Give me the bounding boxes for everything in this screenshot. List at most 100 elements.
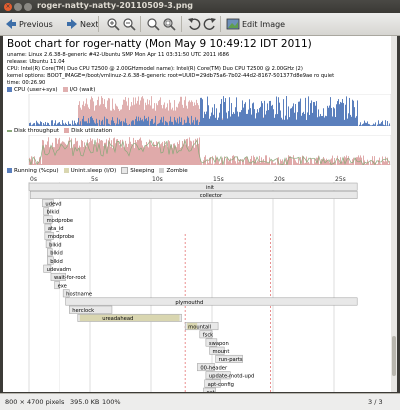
- rotate-left-button[interactable]: [187, 16, 201, 32]
- zoom-fit-button[interactable]: [162, 16, 176, 32]
- cpu-bar: [251, 115, 252, 126]
- cpu-bar: [341, 103, 342, 126]
- disk-util-bar: [328, 161, 329, 165]
- disk-util-bar: [82, 141, 83, 165]
- cpu-bar: [178, 124, 179, 126]
- cpu-bar: [288, 106, 289, 126]
- cpu-bar: [196, 120, 197, 126]
- cpu-bar: [77, 122, 78, 126]
- cpu-bar: [352, 100, 353, 126]
- cpu-bar: [142, 119, 143, 126]
- time-tick-label: 20s: [274, 176, 285, 183]
- io-bar: [153, 108, 154, 126]
- cpu-bar: [82, 119, 83, 126]
- disk-util-bar: [250, 159, 251, 165]
- disk-util-bar: [311, 159, 312, 165]
- io-bar: [183, 108, 184, 126]
- zoom-out-button[interactable]: [122, 16, 136, 32]
- cpu-bar: [198, 125, 199, 126]
- cpu-bar: [183, 125, 184, 126]
- cpu-bar: [92, 118, 93, 126]
- cpu-bar: [195, 117, 196, 126]
- io-bar: [190, 102, 191, 126]
- cpu-bar: [74, 121, 75, 126]
- cpu-bar: [247, 114, 248, 126]
- disk-util-bar: [35, 163, 36, 165]
- cpu-bar: [212, 107, 213, 126]
- disk-util-bar: [230, 158, 231, 165]
- cpu-bar: [355, 118, 356, 126]
- cpu-bar: [234, 114, 235, 126]
- cpu-bar: [55, 120, 56, 126]
- cpu-bar: [205, 114, 206, 126]
- io-bar: [149, 100, 150, 126]
- io-bar: [124, 100, 125, 126]
- cpu-bar: [220, 104, 221, 126]
- disk-util-bar: [199, 137, 200, 165]
- disk-util-bar: [140, 138, 141, 165]
- cpu-bar: [315, 106, 316, 126]
- cpu-bar: [327, 106, 328, 126]
- edit-image-button[interactable]: Edit Image: [226, 16, 285, 32]
- disk-util-bar: [112, 148, 113, 165]
- rotate-right-button[interactable]: [203, 16, 217, 32]
- zoom-in-button[interactable]: [106, 16, 120, 32]
- disk-util-bar: [265, 155, 266, 165]
- disk-util-bar: [314, 159, 315, 165]
- cpu-bar: [90, 117, 91, 126]
- disk-util-bar: [161, 143, 162, 165]
- disk-util-bar: [190, 141, 191, 165]
- cpu-bar: [249, 99, 250, 126]
- cpu-bar: [351, 117, 352, 126]
- vertical-scrollbar[interactable]: [391, 36, 397, 392]
- toolbar: Previous Next Edit Image: [0, 13, 400, 36]
- previous-button[interactable]: Previous: [5, 16, 53, 32]
- cpu-bar: [96, 119, 97, 126]
- disk-legend: Disk throughput Disk utilization: [7, 128, 112, 134]
- disk-util-bar: [58, 139, 59, 165]
- cpu-bar: [357, 100, 358, 126]
- scrollbar-thumb[interactable]: [392, 336, 396, 376]
- process-label: cat: [206, 390, 214, 392]
- disk-util-bar: [272, 161, 273, 165]
- cpu-bar: [140, 118, 141, 126]
- disk-util-bar: [102, 141, 103, 165]
- disk-util-bar: [329, 163, 330, 165]
- zoom-normal-icon: [146, 17, 160, 31]
- cpu-bar: [313, 102, 314, 126]
- disk-util-bar: [365, 164, 366, 165]
- io-bar: [81, 110, 82, 126]
- cpu-bar: [301, 116, 302, 126]
- cpu-bar: [307, 112, 308, 126]
- cpu-bar: [230, 117, 231, 126]
- disk-util-bar: [299, 164, 300, 165]
- disk-util-bar: [304, 163, 305, 165]
- cpu-bar: [29, 123, 30, 126]
- cpu-bar: [244, 104, 245, 126]
- disk-util-bar: [47, 141, 48, 165]
- cpu-bar: [201, 98, 202, 126]
- minimize-icon[interactable]: [14, 3, 22, 11]
- maximize-icon[interactable]: [24, 3, 32, 11]
- zoom-out-icon: [122, 17, 136, 31]
- zoom-normal-button[interactable]: [146, 16, 160, 32]
- disk-util-bar: [342, 161, 343, 165]
- disk-util-bar: [142, 145, 143, 165]
- cpu-bar: [172, 122, 173, 126]
- disk-util-bar: [34, 156, 35, 165]
- next-button[interactable]: Next: [66, 16, 99, 32]
- cpu-bar: [159, 123, 160, 126]
- cpu-bar: [187, 116, 188, 126]
- disk-util-bar: [156, 141, 157, 165]
- cpu-bar: [262, 103, 263, 126]
- disk-util-bar: [232, 156, 233, 165]
- close-icon[interactable]: ×: [4, 3, 12, 11]
- cpu-bar: [51, 120, 52, 126]
- disk-util-bar: [154, 145, 155, 165]
- image-view[interactable]: Boot chart for roger-natty (Mon May 9 10…: [3, 36, 396, 392]
- disk-util-bar: [151, 145, 152, 165]
- disk-util-bar: [67, 146, 68, 165]
- cpu-bar: [158, 124, 159, 126]
- disk-util-bar: [235, 161, 236, 165]
- cpu-bar: [245, 102, 246, 126]
